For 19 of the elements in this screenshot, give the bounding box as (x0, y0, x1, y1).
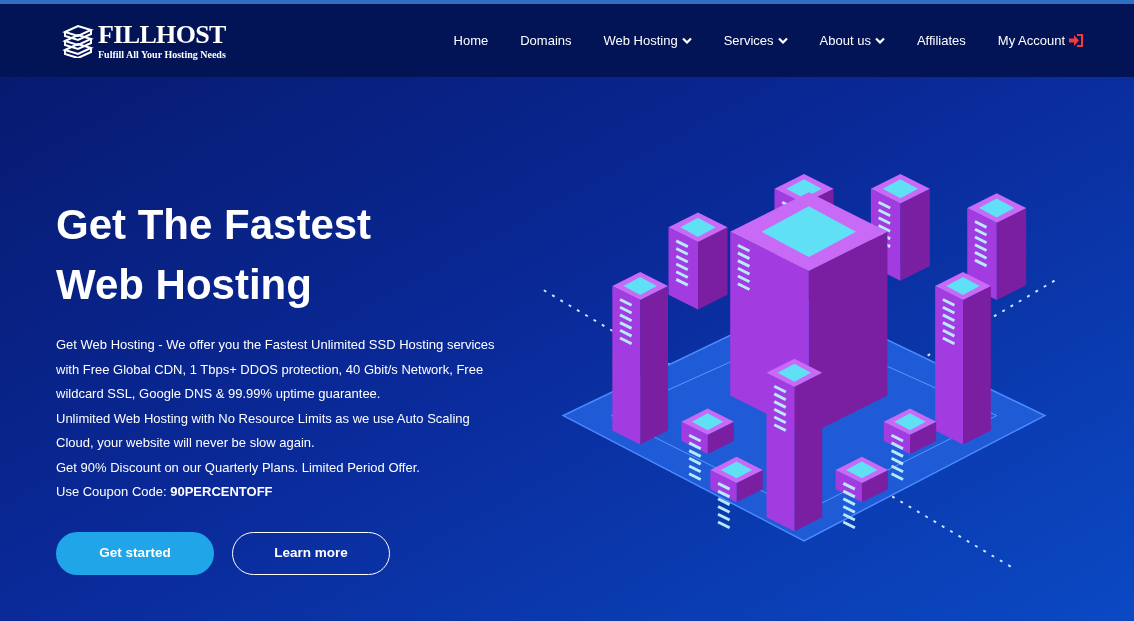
nav-link[interactable]: Services (723, 30, 788, 51)
hero-title: Get The Fastest Web Hosting (56, 200, 373, 310)
nav-link[interactable]: Web Hosting (603, 30, 692, 51)
account-link[interactable]: My Account (997, 30, 1084, 51)
chevron-down-icon (681, 37, 692, 44)
hero-description: Get 90% Discount on our Quarterly Plans. Limited Period Offer. (56, 458, 421, 477)
nav-link[interactable]: Home (453, 30, 489, 51)
chevron-down-icon (777, 37, 788, 44)
chevron-down-icon (874, 37, 885, 44)
brand-name: FILLHOST (98, 21, 226, 48)
brand-tagline: Fulfill All Your Hosting Needs (98, 49, 226, 60)
hero-description: Use Coupon Code: 90PERCENTOFF (56, 483, 274, 501)
nav-link[interactable]: About us (819, 30, 885, 51)
nav-link[interactable]: Affiliates (916, 30, 966, 51)
nav-link[interactable]: Domains (520, 30, 572, 51)
hero-description: Unlimited Web Hosting with No Resource Limits as we use Auto Scaling Cloud, your website will never be slow again. (56, 409, 471, 452)
hero-description: Get Web Hosting - We offer you the Fastest Unlimited SSD Hosting services with Free Global CDN, 1 Tbps+ DDOS protection, 40 Gbit/s Network, Free wildcard SSL, Google DNS & 99.99% uptime guarantee. (56, 336, 496, 403)
logo-icon (62, 23, 94, 58)
sign-in-icon (1069, 34, 1084, 47)
